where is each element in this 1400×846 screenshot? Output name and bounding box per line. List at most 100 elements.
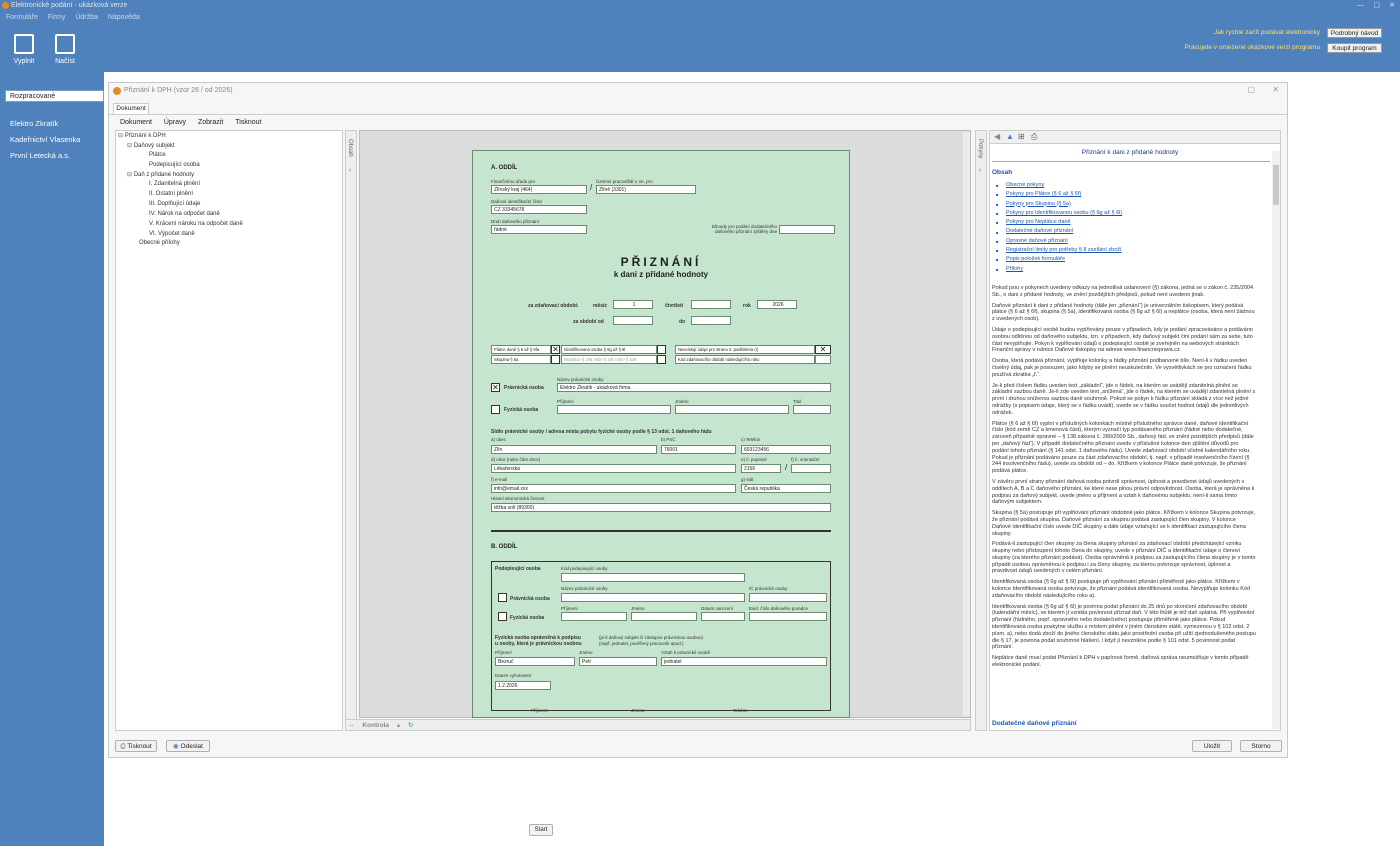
b-fyzicka-checkbox[interactable] <box>498 612 507 621</box>
telefon-field[interactable]: 603123456 <box>741 445 831 454</box>
druh-field[interactable]: řádné <box>491 225 587 234</box>
vztah-field[interactable]: jednatel <box>661 657 827 666</box>
refresh-icon[interactable]: ↻ <box>408 722 413 729</box>
stat-field[interactable]: Česká republika <box>741 484 831 493</box>
menu-firmy[interactable]: Firmy <box>48 14 66 21</box>
obec-field[interactable]: Zlín <box>491 445 657 454</box>
do-field[interactable] <box>691 316 731 325</box>
datum-vyh-field[interactable]: 1.2.2026 <box>495 681 551 690</box>
close-icon[interactable]: ✕ <box>1272 85 1279 94</box>
up-field[interactable]: Zlíně (3301) <box>596 185 696 194</box>
ident-checkbox[interactable] <box>657 345 666 354</box>
kod-podep-field[interactable] <box>561 573 745 582</box>
ulice-field[interactable]: Lékařenská <box>491 464 736 473</box>
nazev-field[interactable]: Elektro Zkratík - ukázková firma <box>557 383 831 392</box>
tree-item[interactable]: Obecné přílohy <box>139 240 180 246</box>
fill-button[interactable]: Vyplnit <box>9 34 39 65</box>
print-icon[interactable]: ⎙ <box>1031 132 1037 142</box>
neplatce-checkbox[interactable] <box>657 355 666 364</box>
evid-field[interactable] <box>749 612 827 621</box>
neexist-checkbox[interactable]: ✕ <box>815 345 831 354</box>
help-link[interactable]: Pokyny pro Plátce (§ 6 až § 6f) <box>1006 190 1122 199</box>
platce-checkbox[interactable]: ✕ <box>551 345 560 354</box>
tree-item[interactable]: V. Krácení nároku na odpočet daně <box>149 221 243 227</box>
menu-udrzba[interactable]: Údržba <box>75 14 98 21</box>
cp-field[interactable]: 2156 <box>741 464 781 473</box>
chevron-up-icon[interactable]: ▴ <box>397 722 400 729</box>
menu-dokument[interactable]: Dokument <box>120 119 152 126</box>
prijmeni-field[interactable] <box>557 405 671 414</box>
expand-icon[interactable]: ⇔ <box>348 722 355 729</box>
help-link[interactable]: Popis položek formuláře <box>1006 255 1122 264</box>
back-icon[interactable]: ◀ <box>994 132 1000 141</box>
help-link[interactable]: Opravné daňové přiznání <box>1006 237 1122 246</box>
company-item[interactable]: První Letecká a.s. <box>10 151 70 160</box>
kod-obd-field[interactable] <box>815 355 831 364</box>
tree-item[interactable]: Podepisující osoba <box>149 162 200 168</box>
psc-field[interactable]: 76001 <box>661 445 736 454</box>
titul-field[interactable] <box>793 405 831 414</box>
menu-upravy[interactable]: Úpravy <box>164 119 186 126</box>
help-scrollbar[interactable] <box>1272 151 1280 729</box>
help-footer-link[interactable]: Dodatečné daňové přiznání <box>992 720 1077 727</box>
tree-item[interactable]: ⊟ Daňový subjekt <box>127 142 175 149</box>
jmeno-field[interactable] <box>675 405 789 414</box>
fyzicka-checkbox[interactable] <box>491 405 500 414</box>
fu-field[interactable]: Zlínský kraj (464) <box>491 185 587 194</box>
print-button[interactable]: ⎙ Tisknout <box>115 740 157 752</box>
tree-item[interactable]: III. Doplňující údaje <box>149 201 200 207</box>
duvod-field[interactable] <box>779 225 835 234</box>
close-icon[interactable]: ✕ <box>1389 0 1395 11</box>
c-prijmeni-field[interactable]: Bezruč <box>495 657 575 666</box>
zoom-icon[interactable]: ⊞ <box>1018 132 1025 141</box>
b-pravnicka-checkbox[interactable] <box>498 593 507 602</box>
maximize-icon[interactable]: ▢ <box>1247 85 1255 94</box>
pokyny-strip[interactable]: Pokyny › <box>975 130 987 731</box>
buy-button[interactable]: Koupit program <box>1327 43 1382 53</box>
b-jmeno-field[interactable] <box>631 612 697 621</box>
menu-tisknout[interactable]: Tisknout <box>235 119 261 126</box>
dic-field[interactable]: CZ 33345678 <box>491 205 587 214</box>
menu-napoveda[interactable]: Nápověda <box>108 14 140 21</box>
menu-formulare[interactable]: Formuláře <box>6 14 38 21</box>
company-item[interactable]: Elektro Zkratík <box>10 119 58 128</box>
guide-button[interactable]: Podrobný návod <box>1327 28 1382 38</box>
c-jmeno-field[interactable]: Petr <box>579 657 657 666</box>
tree-item[interactable]: IV. Nárok na odpočet daně <box>149 211 220 217</box>
help-link[interactable]: Pokyny pro Identifikovanou osobu (§ 6g a… <box>1006 209 1122 218</box>
tree-item[interactable]: ⊟ Přiznání k DPH <box>118 132 166 139</box>
help-link[interactable]: Dodatečné daňové přiznání <box>1006 227 1122 236</box>
tree-item[interactable]: I. Zdanitelná plnění <box>149 181 200 187</box>
chevron-left-icon[interactable]: ‹ <box>349 167 351 174</box>
cancel-button[interactable]: Storno <box>1240 740 1282 752</box>
od-field[interactable] <box>613 316 653 325</box>
email-field[interactable]: info@email.xxx <box>491 484 736 493</box>
b-prijmeni-field[interactable] <box>561 612 627 621</box>
start-button[interactable]: Start <box>529 824 553 836</box>
cinnost-field[interactable]: těžba solí (89300) <box>491 503 831 512</box>
nazev-po-field[interactable] <box>561 593 745 602</box>
minimize-icon[interactable]: — <box>1357 0 1364 11</box>
scrollbar[interactable] <box>963 132 970 716</box>
help-link[interactable]: Obecné pokyny <box>1006 181 1122 190</box>
help-link[interactable]: Pokyny pro Neplátce daně <box>1006 218 1122 227</box>
chevron-right-icon[interactable]: › <box>979 167 981 174</box>
tree-item[interactable]: Plátce <box>149 152 166 158</box>
status-kontrola[interactable]: Kontrola <box>362 722 389 729</box>
datum-nar-field[interactable] <box>701 612 745 621</box>
send-button[interactable]: ◉ Odeslat <box>166 740 210 752</box>
menu-zobrazit[interactable]: Zobrazit <box>198 119 223 126</box>
tree-item[interactable]: II. Ostatní plnění <box>149 191 193 197</box>
save-button[interactable]: Uložit <box>1192 740 1232 752</box>
co-field[interactable] <box>791 464 831 473</box>
company-item[interactable]: Kadeřnictví Vlasenka <box>10 135 80 144</box>
skupina-checkbox[interactable] <box>551 355 560 364</box>
load-button[interactable]: Načíst <box>50 34 80 65</box>
help-link[interactable]: Přílohy <box>1006 265 1122 274</box>
ic-field[interactable] <box>749 593 827 602</box>
filter-select[interactable]: Rozpracované <box>5 90 104 102</box>
obsah-strip[interactable]: Obsah ‹ <box>345 130 357 731</box>
maximize-icon[interactable]: ▢ <box>1373 0 1380 11</box>
forward-icon[interactable]: ▲ <box>1006 132 1014 141</box>
tree-item[interactable]: VI. Výpočet daně <box>149 231 195 237</box>
